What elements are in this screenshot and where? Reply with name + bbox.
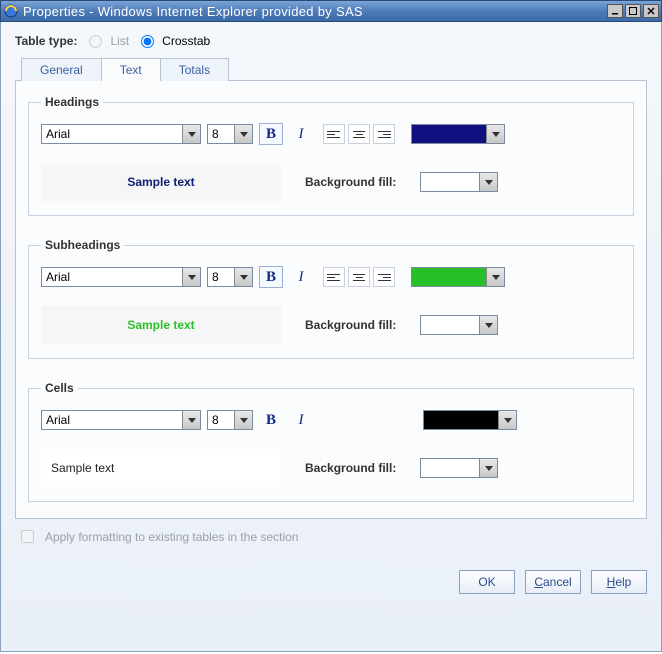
color-swatch xyxy=(412,268,486,286)
subheadings-size-value: 8 xyxy=(212,270,219,284)
dropdown-arrow-icon xyxy=(498,411,516,429)
dropdown-arrow-icon xyxy=(234,125,252,143)
group-headings: Headings Arial 8 B I xyxy=(28,95,634,216)
subheadings-text-color-select[interactable] xyxy=(411,267,505,287)
headings-align-left-button[interactable] xyxy=(323,124,345,144)
table-type-crosstab-label: Crosstab xyxy=(162,34,210,48)
group-headings-legend: Headings xyxy=(41,95,103,109)
headings-bgfill-label: Background fill: xyxy=(305,175,396,189)
color-swatch xyxy=(424,411,498,429)
ie-icon xyxy=(3,3,19,19)
tab-totals[interactable]: Totals xyxy=(160,58,229,81)
headings-size-select[interactable]: 8 xyxy=(207,124,253,144)
subheadings-bold-button[interactable]: B xyxy=(259,266,283,288)
window-title: Properties - Windows Internet Explorer p… xyxy=(23,4,607,19)
cells-font-select[interactable]: Arial xyxy=(41,410,201,430)
close-button[interactable] xyxy=(643,4,659,18)
subheadings-align-right-button[interactable] xyxy=(373,267,395,287)
table-type-crosstab-radio[interactable] xyxy=(141,35,154,48)
subheadings-italic-button[interactable]: I xyxy=(289,266,313,288)
headings-font-value: Arial xyxy=(46,127,70,141)
cells-sample-preview: Sample text xyxy=(41,449,281,487)
apply-existing-label: Apply formatting to existing tables in t… xyxy=(45,530,298,544)
help-button[interactable]: Help xyxy=(591,570,647,594)
cells-font-value: Arial xyxy=(46,413,70,427)
dropdown-arrow-icon xyxy=(182,268,200,286)
cells-bgfill-label: Background fill: xyxy=(305,461,396,475)
headings-italic-button[interactable]: I xyxy=(289,123,313,145)
subheadings-bgfill-label: Background fill: xyxy=(305,318,396,332)
dialog-content: Table type: List Crosstab General Text T… xyxy=(0,22,662,652)
dropdown-arrow-icon xyxy=(479,459,497,477)
subheadings-align-center-button[interactable] xyxy=(348,267,370,287)
dropdown-arrow-icon xyxy=(182,125,200,143)
headings-bgfill-select[interactable] xyxy=(420,172,498,192)
headings-text-color-select[interactable] xyxy=(411,124,505,144)
color-swatch xyxy=(412,125,486,143)
subheadings-align-left-button[interactable] xyxy=(323,267,345,287)
dropdown-arrow-icon xyxy=(479,316,497,334)
dropdown-arrow-icon xyxy=(486,125,504,143)
group-subheadings: Subheadings Arial 8 B I xyxy=(28,238,634,359)
maximize-button[interactable] xyxy=(625,4,641,18)
dropdown-arrow-icon xyxy=(234,268,252,286)
tab-strip: General Text Totals xyxy=(21,58,647,81)
headings-align-center-button[interactable] xyxy=(348,124,370,144)
minimize-button[interactable] xyxy=(607,4,623,18)
dropdown-arrow-icon xyxy=(234,411,252,429)
cells-bgfill-select[interactable] xyxy=(420,458,498,478)
dropdown-arrow-icon xyxy=(479,173,497,191)
cells-size-value: 8 xyxy=(212,413,219,427)
table-type-label: Table type: xyxy=(15,34,77,48)
table-type-list-radio xyxy=(89,35,102,48)
headings-align-right-button[interactable] xyxy=(373,124,395,144)
subheadings-font-select[interactable]: Arial xyxy=(41,267,201,287)
tab-general[interactable]: General xyxy=(21,58,102,81)
table-type-row: Table type: List Crosstab xyxy=(15,34,647,48)
tab-panel-text: Headings Arial 8 B I xyxy=(15,80,647,519)
headings-sample-preview: Sample text xyxy=(41,163,281,201)
headings-size-value: 8 xyxy=(212,127,219,141)
group-cells-legend: Cells xyxy=(41,381,78,395)
subheadings-bgfill-select[interactable] xyxy=(420,315,498,335)
dropdown-arrow-icon xyxy=(182,411,200,429)
table-type-list-label: List xyxy=(110,34,129,48)
subheadings-font-value: Arial xyxy=(46,270,70,284)
cells-italic-button[interactable]: I xyxy=(289,409,313,431)
group-cells: Cells Arial 8 B I Sample tex xyxy=(28,381,634,502)
title-bar: Properties - Windows Internet Explorer p… xyxy=(0,0,662,22)
headings-bold-button[interactable]: B xyxy=(259,123,283,145)
group-subheadings-legend: Subheadings xyxy=(41,238,124,252)
cancel-button[interactable]: Cancel xyxy=(525,570,581,594)
subheadings-size-select[interactable]: 8 xyxy=(207,267,253,287)
cells-bold-button[interactable]: B xyxy=(259,409,283,431)
dialog-buttons: OK Cancel Help xyxy=(15,570,647,594)
headings-font-select[interactable]: Arial xyxy=(41,124,201,144)
apply-existing-row: Apply formatting to existing tables in t… xyxy=(17,527,647,546)
cells-text-color-select[interactable] xyxy=(423,410,517,430)
apply-existing-checkbox xyxy=(21,530,34,543)
ok-button[interactable]: OK xyxy=(459,570,515,594)
cells-size-select[interactable]: 8 xyxy=(207,410,253,430)
tab-text[interactable]: Text xyxy=(101,58,161,81)
subheadings-sample-preview: Sample text xyxy=(41,306,281,344)
dropdown-arrow-icon xyxy=(486,268,504,286)
